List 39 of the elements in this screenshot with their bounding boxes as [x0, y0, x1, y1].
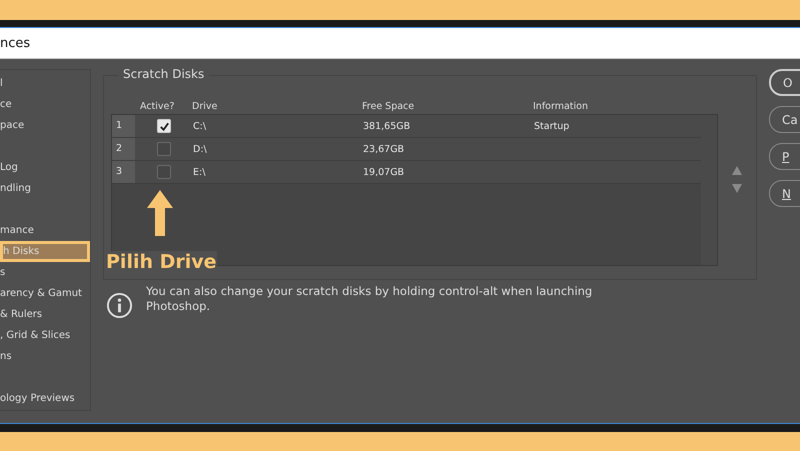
sidebar-item[interactable]: l	[0, 73, 90, 94]
column-header: Information	[533, 100, 589, 112]
row-number: 2	[112, 138, 135, 160]
move-down-icon[interactable]	[732, 184, 742, 193]
sidebar-item[interactable]: ology Previews	[0, 388, 90, 409]
dialog-button[interactable]: N	[769, 180, 800, 207]
dialog-button[interactable]: P	[769, 143, 800, 170]
sidebar-item[interactable]: s	[0, 262, 90, 283]
sidebar-item[interactable]: ce	[0, 94, 90, 115]
column-header: Active?	[139, 100, 176, 112]
sidebar-item[interactable]: mance	[0, 220, 90, 241]
row-number: 3	[112, 161, 135, 183]
sidebar-item[interactable]: ndling	[0, 178, 90, 199]
sidebar-item[interactable]: Log	[0, 157, 90, 178]
arrow-up-drawing	[145, 188, 175, 236]
table-cell-text: 23,67GB	[363, 144, 406, 154]
info-icon	[106, 292, 133, 319]
move-up-icon[interactable]	[732, 166, 742, 175]
table-cell-text: 19,07GB	[363, 166, 406, 178]
table-cell-text: Startup	[534, 120, 570, 132]
group-title: Scratch Disks	[118, 67, 210, 81]
table-cell-text: D:\	[193, 144, 208, 154]
sidebar-item[interactable]: & Rulers	[0, 304, 90, 325]
checkbox[interactable]	[157, 142, 171, 156]
table-cell-text: 381,65GB	[363, 120, 412, 132]
dialog-button[interactable]: Ca	[769, 106, 800, 133]
sidebar-item[interactable]: ns	[0, 346, 90, 367]
column-header: Free Space	[362, 100, 416, 112]
sidebar-item[interactable]: , Grid & Slices	[0, 325, 90, 346]
sidebar-item[interactable]: arency & Gamut	[0, 283, 90, 304]
info-text: You can also change your scratch disks by holding control-alt when launching Photoshop.	[146, 284, 594, 314]
column-header: Drive	[192, 100, 218, 112]
window-title: nces	[0, 36, 30, 50]
table-cell-text: E:\	[193, 166, 206, 178]
sidebar-item[interactable]: pace	[0, 115, 90, 136]
table-cell-text: C:\	[193, 120, 208, 132]
checkbox[interactable]	[157, 165, 171, 179]
dialog-button[interactable]: O	[769, 69, 800, 96]
row-number: 1	[112, 115, 135, 137]
